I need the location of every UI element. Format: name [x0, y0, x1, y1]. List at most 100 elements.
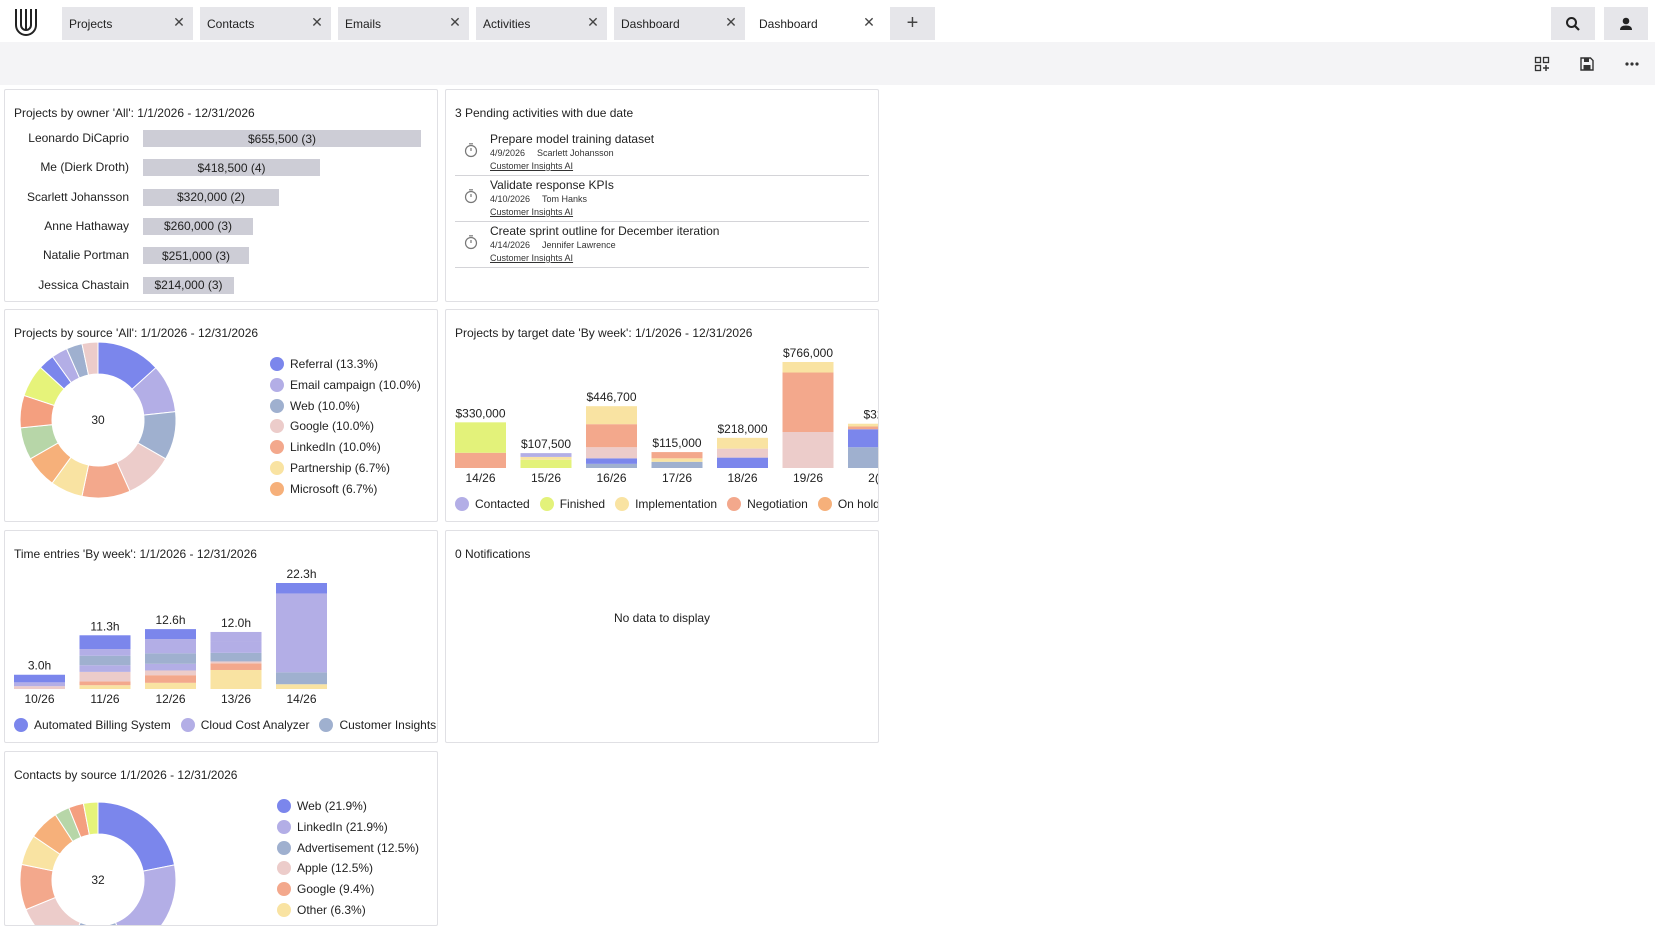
legend-item[interactable]: Implementation — [615, 497, 717, 511]
bar-segment[interactable] — [717, 457, 768, 468]
bar-segment[interactable] — [210, 641, 262, 653]
donut-slice[interactable] — [97, 801, 176, 872]
legend-item[interactable]: Customer Insights — [319, 718, 436, 732]
bar-segment[interactable] — [520, 453, 572, 457]
bar-segment[interactable] — [782, 372, 834, 433]
bar-segment[interactable] — [455, 452, 506, 468]
search-button[interactable] — [1551, 7, 1595, 40]
legend-item[interactable]: Negotiation — [727, 497, 808, 511]
legend-item[interactable]: On hold — [817, 497, 878, 511]
tab-contacts[interactable]: Contacts ✕ — [200, 7, 331, 40]
bar-segment[interactable] — [145, 682, 196, 689]
bar-segment[interactable] — [651, 461, 703, 468]
bar-segment[interactable] — [782, 432, 834, 468]
legend-item[interactable]: Email campaign (10.0%) — [270, 377, 421, 392]
tab-activities[interactable]: Activities ✕ — [476, 7, 607, 40]
bar-segment[interactable] — [848, 447, 879, 468]
bar-segment[interactable] — [210, 663, 262, 670]
bar-segment[interactable] — [717, 437, 768, 449]
tab-dashboard-active[interactable]: Dashboard ✕ — [752, 7, 883, 40]
activity-item[interactable]: Create sprint outline for December itera… — [455, 222, 869, 268]
bar-segment[interactable] — [210, 631, 262, 642]
bar-segment[interactable] — [848, 426, 879, 430]
owner-bar[interactable]: $655,500 (3) — [143, 130, 421, 147]
activity-item[interactable]: Prepare model training dataset 4/9/2026 S… — [455, 130, 869, 176]
bar-segment[interactable] — [586, 424, 637, 448]
legend-item[interactable]: Cloud Cost Analyzer — [180, 718, 309, 732]
bar-segment[interactable] — [14, 682, 65, 687]
bar-segment[interactable] — [14, 686, 65, 689]
tab-emails[interactable]: Emails ✕ — [338, 7, 469, 40]
legend-item[interactable]: LinkedIn (21.9%) — [277, 819, 388, 834]
legend-item[interactable]: Automated Billing System — [14, 718, 171, 732]
bar-segment[interactable] — [145, 629, 196, 640]
legend-item[interactable]: Google (9.4%) — [277, 882, 374, 897]
close-icon[interactable]: ✕ — [447, 14, 463, 31]
bar-segment[interactable] — [79, 671, 131, 682]
owner-bar[interactable]: $251,000 (3) — [143, 247, 249, 265]
close-icon[interactable]: ✕ — [723, 14, 739, 31]
activity-project-link[interactable]: Customer Insights AI — [490, 207, 573, 217]
bar-segment[interactable] — [14, 674, 65, 683]
bar-segment[interactable] — [145, 639, 196, 654]
bar-segment[interactable] — [848, 423, 879, 427]
bar-segment[interactable] — [79, 681, 131, 686]
bar-segment[interactable] — [79, 685, 131, 689]
bar-segment[interactable] — [520, 459, 572, 468]
legend-item[interactable]: Web (21.9%) — [277, 799, 367, 813]
bar-segment[interactable] — [276, 583, 327, 594]
legend-item[interactable]: Referral (13.3%) — [270, 357, 378, 371]
bar-segment[interactable] — [210, 661, 262, 664]
close-icon[interactable]: ✕ — [861, 14, 877, 31]
legend-item[interactable]: Advertisement (12.5%) — [277, 840, 419, 855]
bar-segment[interactable] — [848, 429, 879, 448]
bar-segment[interactable] — [79, 635, 131, 650]
add-widget-button[interactable] — [1530, 52, 1554, 76]
more-button[interactable] — [1620, 52, 1644, 76]
bar-segment[interactable] — [79, 665, 131, 672]
close-icon[interactable]: ✕ — [309, 14, 325, 31]
bar-segment[interactable] — [145, 675, 196, 683]
bar-segment[interactable] — [455, 422, 506, 453]
legend-item[interactable]: Finished — [539, 497, 605, 511]
bar-segment[interactable] — [651, 452, 703, 459]
bar-segment[interactable] — [651, 458, 703, 462]
add-tab-button[interactable]: + — [890, 7, 935, 40]
bar-segment[interactable] — [586, 447, 637, 459]
legend-item[interactable]: Microsoft (6.7%) — [270, 481, 377, 496]
bar-segment[interactable] — [276, 593, 327, 673]
bar-segment[interactable] — [210, 652, 262, 662]
legend-item[interactable]: Google (10.0%) — [270, 419, 374, 434]
owner-bar[interactable]: $320,000 (2) — [143, 188, 279, 206]
bar-segment[interactable] — [145, 653, 196, 664]
bar-segment[interactable] — [276, 672, 327, 685]
legend-item[interactable]: Other (6.3%) — [277, 903, 366, 917]
close-icon[interactable]: ✕ — [585, 14, 601, 31]
donut-slice[interactable] — [114, 864, 177, 926]
app-logo[interactable] — [6, 4, 46, 40]
bar-segment[interactable] — [717, 448, 768, 458]
bar-segment[interactable] — [586, 463, 637, 468]
bar-segment[interactable] — [145, 670, 196, 676]
owner-bar[interactable]: $260,000 (3) — [143, 217, 253, 235]
activity-project-link[interactable]: Customer Insights AI — [490, 161, 573, 171]
bar-segment[interactable] — [520, 456, 572, 460]
save-button[interactable] — [1575, 52, 1599, 76]
legend-item[interactable]: LinkedIn (10.0%) — [270, 440, 381, 455]
user-button[interactable] — [1604, 7, 1648, 40]
bar-segment[interactable] — [276, 684, 327, 689]
bar-segment[interactable] — [782, 362, 834, 373]
bar-segment[interactable] — [586, 458, 637, 464]
owner-bar[interactable]: $418,500 (4) — [143, 159, 320, 177]
bar-segment[interactable] — [586, 406, 637, 425]
legend-item[interactable]: Contacted — [455, 497, 530, 511]
activity-item[interactable]: Validate response KPIs 4/10/2026 Tom Hank… — [455, 176, 869, 222]
close-icon[interactable]: ✕ — [171, 14, 187, 31]
tab-dashboard[interactable]: Dashboard ✕ — [614, 7, 745, 40]
legend-item[interactable]: Partnership (6.7%) — [270, 461, 390, 475]
bar-segment[interactable] — [210, 669, 262, 689]
owner-bar[interactable]: $214,000 (3) — [143, 276, 234, 294]
bar-segment[interactable] — [145, 663, 196, 671]
legend-item[interactable]: Web (10.0%) — [270, 398, 360, 413]
legend-item[interactable]: Apple (12.5%) — [277, 861, 373, 876]
